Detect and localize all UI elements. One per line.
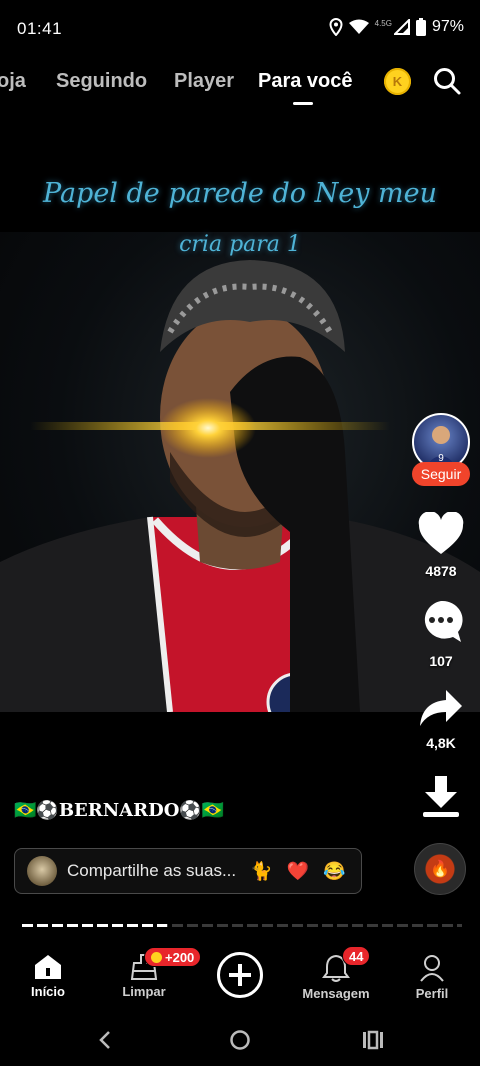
download-icon [423, 776, 459, 817]
system-nav-bar [0, 1010, 480, 1066]
comment-placeholder: Compartilhe as suas... [67, 861, 237, 880]
video-progress-bar[interactable] [22, 924, 462, 927]
comment-button[interactable]: 107 [412, 598, 470, 669]
profile-icon [420, 955, 444, 982]
share-icon [420, 690, 462, 726]
music-disc-icon[interactable]: 🔥 [414, 843, 466, 895]
search-icon[interactable] [432, 66, 462, 96]
nav-label-mensagem: Mensagem [302, 986, 370, 1001]
like-count: 4878 [425, 563, 457, 579]
video-frame[interactable] [0, 232, 480, 712]
status-time: 01:41 [17, 19, 63, 38]
tab-para-voce[interactable]: Para você [258, 70, 353, 93]
tab-player[interactable]: Player [174, 70, 234, 93]
nav-label-limpar: Limpar [122, 984, 166, 999]
active-tab-indicator [293, 102, 313, 105]
create-button[interactable] [217, 952, 263, 998]
download-button[interactable] [412, 774, 470, 823]
nav-label-inicio: Início [31, 984, 65, 999]
player-photo [0, 260, 480, 712]
status-bar: 01:41 4.5G 97% [0, 0, 480, 58]
limpar-badge: +200 [144, 947, 202, 967]
avatar-image: 9 [424, 426, 458, 469]
share-button[interactable]: 4,8K [412, 688, 470, 751]
message-badge: 44 [342, 946, 371, 966]
emoji-laugh-icon[interactable]: 😂 [323, 861, 345, 882]
battery-icon [415, 18, 426, 36]
network-type: 4.5G [374, 18, 392, 28]
limpar-badge-text: +200 [165, 949, 195, 965]
nav-perfil[interactable]: Perfil [392, 954, 472, 1001]
location-icon [329, 18, 343, 36]
home-icon [35, 955, 61, 979]
status-icons: 4.5G 97% [329, 18, 464, 36]
coin-letter: K [392, 74, 403, 89]
emoji-cat-icon[interactable]: 🐈 [250, 861, 272, 882]
like-button[interactable]: 4878 [412, 511, 470, 579]
progress-fill [22, 924, 168, 927]
home-circle-icon[interactable] [229, 1029, 251, 1051]
tab-seguindo[interactable]: Seguindo [56, 70, 147, 93]
emoji-heart-icon[interactable]: ❤️ [287, 861, 309, 882]
tab-loja[interactable]: oja [0, 70, 26, 93]
recents-icon[interactable] [362, 1030, 384, 1050]
battery-percent: 97% [431, 18, 464, 35]
signal-icon [393, 19, 410, 35]
nav-label-perfil: Perfil [415, 986, 449, 1001]
nav-inicio[interactable]: Início [8, 954, 88, 999]
follow-button[interactable]: Seguir [412, 462, 470, 486]
back-icon[interactable] [98, 1030, 112, 1050]
comment-count: 107 [429, 653, 453, 669]
comment-input-bar[interactable]: Compartilhe as suas... 🐈 ❤️ 😂 [14, 848, 362, 894]
comment-icon [424, 600, 463, 642]
coin-small-icon [151, 951, 162, 963]
user-avatar [27, 856, 57, 886]
creator-username[interactable]: 🇧🇷⚽BERNARDO⚽🇧🇷 [14, 800, 224, 821]
coin-icon[interactable]: K [384, 68, 411, 95]
video-caption-line2: cria para 1 [179, 232, 301, 257]
heart-icon [418, 511, 464, 554]
wifi-icon [348, 19, 369, 34]
video-caption-line1: Papel de parede do Ney meu [42, 178, 438, 209]
share-count: 4,8K [426, 735, 456, 751]
plus-icon [229, 964, 251, 986]
